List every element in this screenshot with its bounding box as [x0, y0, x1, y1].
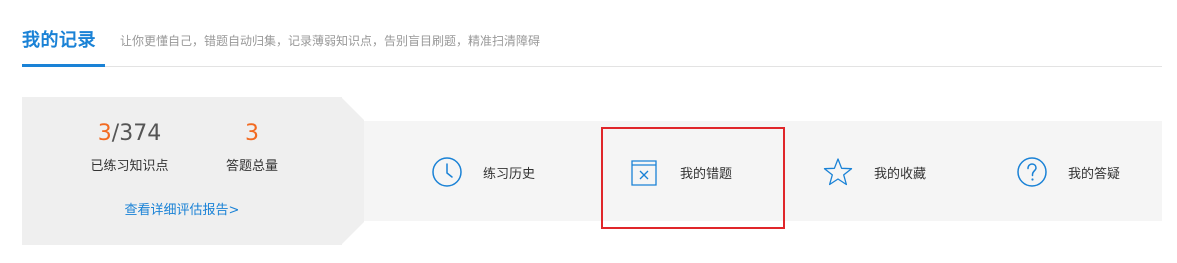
answered-value: 3: [245, 121, 259, 146]
nav-my-questions[interactable]: 我的答疑: [1016, 156, 1120, 188]
stats-panel: 3/374 已练习知识点 3 答题总量 查看详细评估报告>: [22, 97, 342, 245]
title-underline: [22, 64, 105, 67]
question-icon: [1017, 157, 1047, 187]
clock-icon: [432, 157, 462, 187]
nav-practice-history[interactable]: 练习历史: [431, 156, 535, 188]
answered-count: 3: [217, 121, 287, 147]
nav-history-label: 练习历史: [483, 166, 536, 182]
star-icon: [823, 158, 853, 186]
nav-my-mistakes[interactable]: 我的错题: [628, 156, 732, 188]
practiced-knowledge-stat: 3/374 已练习知识点: [77, 121, 182, 174]
section-header: 我的记录 让你更懂自己，错题自动归集，记录薄弱知识点，告别盲目刷题，精准扫清障碍: [22, 0, 1162, 67]
page-title: 我的记录: [22, 30, 96, 51]
practiced-label: 已练习知识点: [90, 159, 169, 174]
nav-my-favorites[interactable]: 我的收藏: [822, 156, 926, 188]
page-subtitle: 让你更懂自己，错题自动归集，记录薄弱知识点，告别盲目刷题，精准扫清障碍: [120, 34, 541, 48]
wrong-answer-icon: [631, 160, 657, 186]
practiced-count: 3/374: [77, 121, 182, 147]
answered-total-stat: 3 答题总量: [217, 121, 287, 174]
nav-questions-label: 我的答疑: [1068, 166, 1121, 182]
panel-arrow: [341, 97, 364, 245]
practiced-total: /374: [111, 121, 162, 146]
practiced-done: 3: [97, 121, 112, 146]
nav-favorites-label: 我的收藏: [874, 166, 927, 182]
my-records-page: 我的记录 让你更懂自己，错题自动归集，记录薄弱知识点，告别盲目刷题，精准扫清障碍…: [0, 0, 1177, 263]
answered-label: 答题总量: [225, 159, 278, 174]
view-report-link[interactable]: 查看详细评估报告>: [22, 199, 342, 218]
record-nav: 练习历史 我的错题 我的收藏 我的答疑: [364, 121, 1162, 221]
nav-mistakes-label: 我的错题: [680, 166, 733, 182]
